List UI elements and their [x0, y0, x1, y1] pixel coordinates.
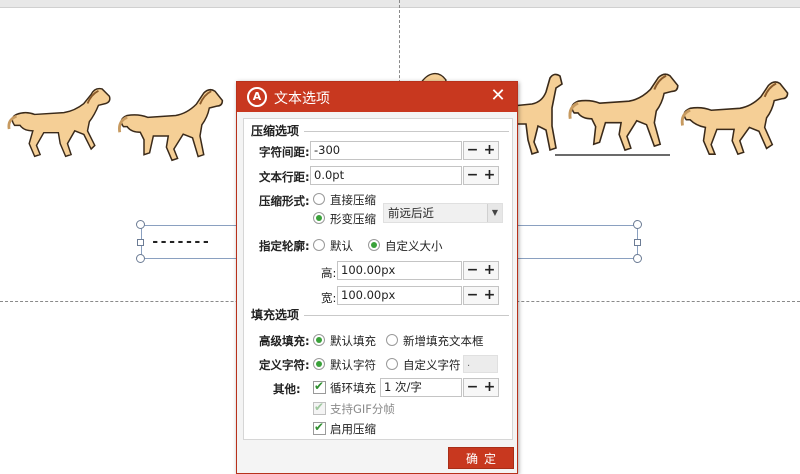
compress-section-title: 压缩选项: [251, 124, 300, 138]
horse-illustration: [568, 73, 679, 152]
increment-button[interactable]: +: [481, 287, 498, 304]
increment-button[interactable]: +: [481, 262, 498, 279]
decrement-button[interactable]: −: [464, 262, 481, 279]
dialog-titlebar[interactable]: A 文本选项 ✕: [237, 82, 517, 112]
radio-custom-char[interactable]: [386, 358, 398, 370]
loop-fill-stepper[interactable]: − +: [463, 378, 499, 397]
other-label: 其他:: [273, 382, 301, 396]
dropdown-arrow-icon[interactable]: ▼: [487, 204, 502, 222]
radio-custom-char-label[interactable]: 自定义字符: [403, 357, 461, 373]
radio-deform-compress[interactable]: [313, 212, 325, 224]
deform-mode-select[interactable]: 前远后近 ▼: [383, 203, 503, 223]
line-spacing-input[interactable]: 0.0pt: [310, 166, 462, 185]
resize-handle-top-right[interactable]: [633, 220, 642, 229]
options-panel: 压缩选项 字符间距: -300 − + 文本行距: 0.0pt − + 压缩形式…: [243, 118, 513, 440]
resize-handle-middle-left[interactable]: [137, 239, 144, 246]
loop-fill-label[interactable]: 循环填充: [330, 380, 376, 396]
section-divider: [304, 315, 509, 316]
fill-section-title: 填充选项: [251, 308, 300, 322]
advanced-fill-label: 高级填充:: [259, 334, 310, 348]
line-spacing-label: 文本行距:: [259, 170, 310, 184]
logo-icon: A: [247, 87, 267, 107]
radio-default-char-label[interactable]: 默认字符: [330, 357, 376, 373]
increment-button[interactable]: +: [481, 379, 498, 396]
line-spacing-stepper[interactable]: − +: [463, 166, 499, 185]
dialog-title: 文本选项: [274, 91, 330, 107]
increment-button[interactable]: +: [481, 142, 498, 159]
resize-handle-bottom-right[interactable]: [633, 254, 642, 263]
char-spacing-input[interactable]: -300: [310, 141, 462, 160]
decrement-button[interactable]: −: [464, 287, 481, 304]
gif-frames-checkbox: [313, 400, 326, 415]
radio-default-fill[interactable]: [313, 334, 325, 346]
outline-height-input[interactable]: 100.00px: [337, 261, 462, 280]
resize-handle-bottom-left[interactable]: [136, 254, 145, 263]
section-divider: [304, 131, 509, 132]
textbox-text[interactable]: -------: [151, 234, 210, 250]
gif-frames-label: 支持GIF分帧: [330, 402, 395, 416]
decrement-button[interactable]: −: [464, 379, 481, 396]
radio-new-fill-textbox-label[interactable]: 新增填充文本框: [403, 333, 484, 349]
resize-handle-top-left[interactable]: [136, 220, 145, 229]
enable-compress-checkbox[interactable]: [313, 420, 326, 435]
outline-width-stepper[interactable]: − +: [463, 286, 499, 305]
outline-width-input[interactable]: 100.00px: [337, 286, 462, 305]
increment-button[interactable]: +: [481, 167, 498, 184]
char-spacing-stepper[interactable]: − +: [463, 141, 499, 160]
custom-char-input[interactable]: .: [463, 355, 498, 373]
radio-outline-default-label[interactable]: 默认: [330, 238, 353, 254]
loop-fill-count-input[interactable]: 1 次/字: [380, 378, 462, 397]
radio-direct-compress[interactable]: [313, 193, 325, 205]
horse-illustration: [118, 88, 224, 162]
radio-deform-compress-label[interactable]: 形变压缩: [330, 211, 376, 227]
enable-compress-label[interactable]: 启用压缩: [330, 421, 376, 437]
radio-outline-custom[interactable]: [368, 239, 380, 251]
ground-line: [555, 154, 670, 156]
horse-illustration: [7, 87, 111, 158]
text-options-dialog: A 文本选项 ✕ 压缩选项 字符间距: -300 − + 文本行距: 0.0pt…: [236, 81, 518, 474]
char-spacing-label: 字符间距:: [259, 145, 310, 159]
outline-label: 指定轮廓:: [259, 239, 310, 253]
loop-fill-checkbox[interactable]: [313, 379, 326, 394]
radio-direct-compress-label[interactable]: 直接压缩: [330, 192, 376, 208]
radio-default-fill-label[interactable]: 默认填充: [330, 333, 376, 349]
define-char-label: 定义字符:: [259, 358, 310, 372]
resize-handle-middle-right[interactable]: [634, 239, 641, 246]
decrement-button[interactable]: −: [464, 167, 481, 184]
ok-button[interactable]: 确定: [448, 447, 514, 469]
decrement-button[interactable]: −: [464, 142, 481, 159]
deform-mode-value: 前远后近: [388, 206, 434, 220]
outline-width-label: 宽:: [321, 291, 337, 305]
compress-form-label: 压缩形式:: [259, 194, 310, 208]
outline-height-stepper[interactable]: − +: [463, 261, 499, 280]
horse-illustration: [680, 81, 789, 156]
radio-outline-default[interactable]: [313, 239, 325, 251]
outline-height-label: 高:: [321, 266, 337, 280]
radio-outline-custom-label[interactable]: 自定义大小: [385, 238, 443, 254]
horse-illustration: [512, 73, 563, 156]
radio-default-char[interactable]: [313, 358, 325, 370]
radio-new-fill-textbox[interactable]: [386, 334, 398, 346]
close-icon[interactable]: ✕: [488, 86, 508, 106]
canvas-top-strip: [0, 0, 800, 8]
